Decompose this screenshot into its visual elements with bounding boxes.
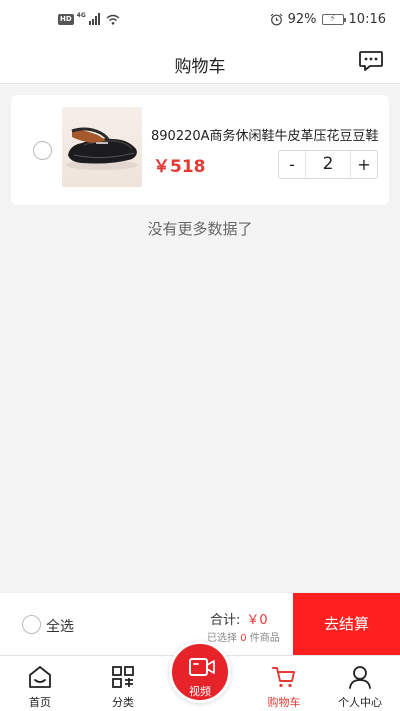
status-right: 92% ⚡ 10:16 (270, 12, 386, 27)
tab-video[interactable]: 视频 (169, 641, 231, 703)
product-price: ￥518 (153, 157, 206, 177)
tab-profile[interactable]: 个人中心 (320, 660, 400, 710)
quantity-plus-button[interactable]: + (351, 151, 377, 178)
tab-profile-label: 个人中心 (338, 696, 382, 709)
network-type: 4G (76, 12, 86, 19)
product-image[interactable] (62, 107, 142, 187)
checkout-button[interactable]: 去结算 (293, 593, 400, 656)
tab-category[interactable]: 分类 (83, 660, 163, 710)
quantity-stepper: - 2 + (278, 150, 378, 179)
quantity-minus-button[interactable]: - (279, 151, 305, 178)
hd-badge: HD (58, 14, 74, 25)
tab-category-label: 分类 (112, 696, 134, 709)
clock: 10:16 (348, 12, 386, 27)
selected-count-line: 已选择 0 件商品 (207, 629, 280, 644)
status-left: HD 4G (58, 12, 120, 25)
home-icon (29, 666, 51, 688)
signal-icon (88, 13, 100, 25)
user-icon (349, 666, 371, 689)
item-select-radio[interactable] (33, 141, 52, 160)
total-line: 合计: ￥0 (210, 609, 268, 628)
tab-home-label: 首页 (29, 696, 51, 709)
video-camera-icon (189, 658, 215, 676)
quantity-value[interactable]: 2 (305, 151, 351, 178)
page-title: 购物车 (174, 57, 226, 77)
header: 购物车 (0, 40, 400, 84)
select-all-radio[interactable] (22, 615, 41, 634)
tab-cart[interactable]: 购物车 (244, 660, 324, 710)
tab-cart-label: 购物车 (267, 696, 301, 709)
wifi-icon (106, 14, 120, 25)
total-label: 合计: (210, 613, 241, 628)
shoe-image (66, 127, 138, 170)
cart-item: 890220A商务休闲鞋牛皮革压花豆豆鞋 ￥518 - 2 + (11, 95, 389, 205)
category-grid-icon (112, 666, 134, 688)
product-title[interactable]: 890220A商务休闲鞋牛皮革压花豆豆鞋 (151, 125, 379, 144)
tab-video-label: 视频 (189, 685, 211, 698)
cart-icon (272, 667, 295, 688)
no-more-data-text: 没有更多数据了 (147, 220, 253, 238)
select-all-label[interactable]: 全选 (46, 616, 74, 636)
alarm-icon (270, 13, 283, 26)
selected-count: 0 (240, 633, 247, 644)
battery-percent: 92% (287, 12, 317, 27)
battery-icon: ⚡ (321, 14, 346, 25)
total-amount: ￥0 (246, 613, 268, 628)
selected-suffix: 件商品 (249, 633, 280, 644)
tab-home[interactable]: 首页 (0, 660, 80, 710)
status-bar: HD 4G 92% ⚡ 10:16 (0, 0, 400, 40)
chat-bubble-icon[interactable] (358, 48, 384, 74)
